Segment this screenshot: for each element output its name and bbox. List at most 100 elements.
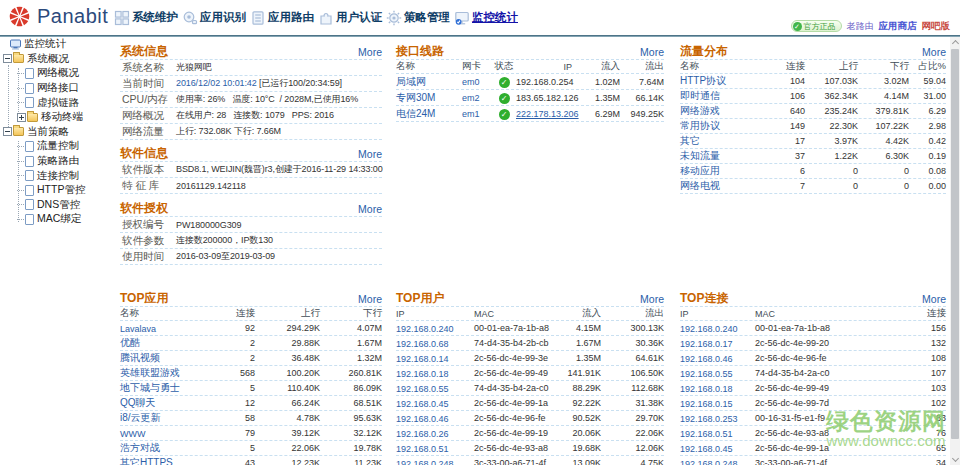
main-nav: 系统维护 应用识别 应用路由 用户认证 bbox=[114, 0, 522, 35]
panabit-logo-icon bbox=[8, 5, 31, 28]
scroll-up-button[interactable] bbox=[950, 37, 960, 48]
cell-link[interactable]: 192.168.0.46 bbox=[396, 414, 449, 424]
cell-link[interactable]: 其它HTTPS bbox=[120, 457, 173, 465]
cell-link[interactable]: QQ聊天 bbox=[120, 397, 156, 408]
cell-link[interactable]: 192.168.0.15 bbox=[680, 399, 733, 409]
collapse-icon[interactable] bbox=[3, 54, 12, 63]
expand-icon[interactable] bbox=[17, 113, 26, 122]
more-link[interactable]: More bbox=[358, 46, 382, 58]
tree-item[interactable]: 移动终端 bbox=[0, 110, 112, 125]
more-link[interactable]: More bbox=[640, 46, 664, 58]
tree-item[interactable]: 连接控制 bbox=[0, 168, 112, 183]
tree-item[interactable]: 网络概况 bbox=[0, 66, 112, 81]
cell-link[interactable]: 192.168.0.46 bbox=[680, 354, 733, 364]
more-link[interactable]: More bbox=[922, 46, 946, 58]
cell-link[interactable]: 即时通信 bbox=[680, 90, 720, 101]
nav-item-policy[interactable]: 策略管理 bbox=[386, 10, 450, 26]
cell-link[interactable]: em1 bbox=[462, 109, 480, 119]
nav-item-app-route[interactable]: 应用路由 bbox=[250, 10, 314, 26]
cell-link[interactable]: 192.168.0.17 bbox=[680, 339, 733, 349]
cell-link[interactable]: 地下城与勇士 bbox=[120, 382, 180, 393]
cell-link[interactable]: 未知流量 bbox=[680, 150, 720, 161]
more-link[interactable]: More bbox=[358, 293, 382, 305]
cell-link[interactable]: 192.168.0.45 bbox=[680, 444, 733, 454]
cell-link[interactable]: 192.168.0.26 bbox=[396, 429, 449, 439]
tree-item[interactable]: 虚拟链路 bbox=[0, 95, 112, 110]
scrollbar[interactable] bbox=[950, 37, 960, 465]
cell-link[interactable]: 222.178.13.206 bbox=[516, 109, 579, 119]
tree-group[interactable]: 系统概况 bbox=[0, 52, 112, 67]
panel-title: 流量分布 bbox=[680, 43, 728, 60]
cell-link[interactable]: 192.168.0.51 bbox=[396, 444, 449, 454]
table-cell: 86.09K bbox=[320, 383, 382, 393]
cell-link[interactable]: 192.168.0.253 bbox=[680, 414, 738, 424]
cell-link[interactable]: 优酷 bbox=[120, 337, 140, 348]
tree-item[interactable]: MAC绑定 bbox=[0, 212, 112, 227]
cell-link[interactable]: 其它 bbox=[680, 135, 700, 146]
cell-link[interactable]: 192.168.0.55 bbox=[396, 384, 449, 394]
scroll-down-button[interactable] bbox=[950, 454, 960, 465]
cell-link[interactable]: 192.168.0.68 bbox=[396, 339, 449, 349]
tree-item[interactable]: 网络接口 bbox=[0, 81, 112, 96]
cell-link[interactable]: 192.168.0.51 bbox=[680, 429, 733, 439]
cell-link[interactable]: 英雄联盟游戏 bbox=[120, 367, 180, 378]
nav-item-system-maintain[interactable]: 系统维护 bbox=[114, 10, 178, 26]
cell-link[interactable]: 腾讯视频 bbox=[120, 352, 160, 363]
cell-link[interactable]: 192.168.0.45 bbox=[396, 399, 449, 409]
tree-group-label: 当前策略 bbox=[27, 125, 69, 139]
table-row: 192.168.0.5574-d4-35-b4-2a-c088.29K112.6… bbox=[396, 381, 664, 396]
tree-item[interactable]: HTTP管控 bbox=[0, 183, 112, 198]
collapse-icon[interactable] bbox=[3, 127, 12, 136]
nav-item-app-identify[interactable]: 应用识别 bbox=[182, 10, 246, 26]
app-store-link[interactable]: 应用商店 bbox=[879, 20, 917, 33]
nav-item-monitor-stats[interactable]: 监控统计 bbox=[454, 10, 518, 26]
more-link[interactable]: More bbox=[358, 148, 382, 160]
table-cell: 107.03K bbox=[805, 76, 858, 86]
scroll-thumb[interactable] bbox=[951, 49, 959, 439]
tree-root-item[interactable]: 监控统计 bbox=[0, 37, 112, 52]
tree-item[interactable]: 流量控制 bbox=[0, 139, 112, 154]
cell-link[interactable]: 192.168.0.14 bbox=[396, 354, 449, 364]
tree-item[interactable]: 策略路由 bbox=[0, 154, 112, 169]
value-text: [已运行100/20:34:59] bbox=[257, 78, 342, 88]
cell-link[interactable]: 浩方对战 bbox=[120, 442, 160, 453]
cell-link[interactable]: 192.168.0.248 bbox=[680, 459, 738, 465]
panabit-logo[interactable]: Panabit bbox=[8, 5, 108, 28]
cell-link[interactable]: 192.168.0.55 bbox=[680, 369, 733, 379]
cell-link[interactable]: i8/云更新 bbox=[120, 412, 161, 423]
table-cell: 其它 bbox=[680, 134, 780, 148]
more-link[interactable]: More bbox=[640, 293, 664, 305]
cell-link[interactable]: em2 bbox=[462, 93, 480, 103]
cell-link[interactable]: 局域网 bbox=[396, 76, 426, 87]
tree-group[interactable]: 当前策略 bbox=[0, 125, 112, 140]
old-router-link[interactable]: 老路由 bbox=[847, 20, 874, 33]
cell-link[interactable]: 网络游戏 bbox=[680, 105, 720, 116]
cell-link[interactable]: WWW bbox=[120, 429, 145, 439]
nav-item-user-auth[interactable]: 用户认证 bbox=[318, 10, 382, 26]
table-row: 192.168.0.172c-56-dc-4e-99-20132 bbox=[680, 336, 946, 351]
tree-item-label: MAC绑定 bbox=[37, 212, 81, 226]
cell-link[interactable]: 电信24M bbox=[396, 108, 435, 119]
cell-link[interactable]: Lavalava bbox=[120, 324, 156, 334]
table-cell: 22.06K bbox=[255, 443, 320, 453]
more-link[interactable]: More bbox=[922, 293, 946, 305]
cell-link[interactable]: 常用协议 bbox=[680, 120, 720, 131]
cell-link[interactable]: 网络电视 bbox=[680, 180, 720, 191]
netbar-edition-link[interactable]: 网吧版 bbox=[922, 20, 951, 33]
cell-link[interactable]: 专网30M bbox=[396, 92, 435, 103]
table-cell: 2c-56-dc-4e-93-a8 bbox=[755, 428, 895, 438]
table-row: 192.168.0.152c-56-dc-4e-99-7d102 bbox=[680, 396, 946, 411]
table-cell: 13.09K bbox=[556, 458, 601, 465]
tree-item[interactable]: DNS管控 bbox=[0, 198, 112, 213]
cell-link[interactable]: 192.168.0.240 bbox=[680, 324, 738, 334]
cell-link[interactable]: 移动应用 bbox=[680, 165, 720, 176]
cell-link[interactable]: em0 bbox=[462, 77, 480, 87]
value-link[interactable]: 2016/12/02 10:01:42 bbox=[176, 78, 257, 88]
more-link[interactable]: More bbox=[358, 203, 382, 215]
cell-link[interactable]: 192.168.0.248 bbox=[396, 459, 454, 465]
cell-link[interactable]: 192.168.0.18 bbox=[396, 369, 449, 379]
table-cell: 640 bbox=[780, 106, 805, 116]
cell-link[interactable]: 192.168.0.240 bbox=[396, 324, 454, 334]
cell-link[interactable]: 192.168.0.18 bbox=[680, 384, 733, 394]
cell-link[interactable]: HTTP协议 bbox=[680, 75, 726, 86]
